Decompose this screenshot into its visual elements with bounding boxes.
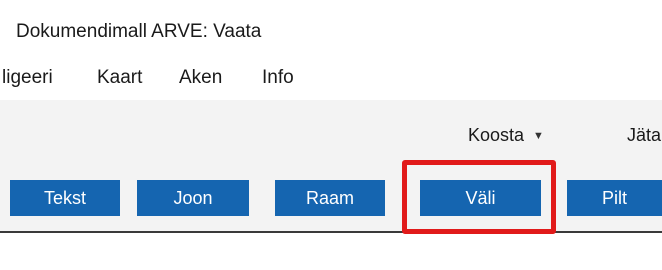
toolbar-divider <box>0 231 662 233</box>
tekst-button-label: Tekst <box>43 187 86 208</box>
pilt-button[interactable]: Pilt <box>567 180 662 216</box>
menu-item-navigeeri[interactable]: ligeeri <box>2 67 53 89</box>
title-bar: Dokumendimall ARVE: Vaata <box>0 11 662 51</box>
menu-item-kaart[interactable]: Kaart <box>97 67 142 89</box>
pilt-button-label: Pilt <box>601 187 627 208</box>
raam-button-label: Raam <box>305 187 354 208</box>
joon-button-label: Joon <box>173 187 213 208</box>
jata-button[interactable]: Jäta <box>627 125 661 146</box>
raam-button[interactable]: Raam <box>275 180 385 216</box>
highlight-box <box>402 160 556 234</box>
tekst-button[interactable]: Tekst <box>10 180 120 216</box>
menu-item-aken[interactable]: Aken <box>179 67 222 89</box>
joon-button[interactable]: Joon <box>137 180 249 216</box>
chevron-down-icon: ▼ <box>533 130 544 142</box>
menu-bar: ligeeri Kaart Aken Info <box>0 58 662 98</box>
koosta-label: Koosta <box>468 125 525 145</box>
window-title: Dokumendimall ARVE: Vaata <box>16 21 262 42</box>
toolbar: Koosta ▼ Jäta Tekst Joon Raam Väli Pilt <box>0 100 662 232</box>
app-window: Dokumendimall ARVE: Vaata ligeeri Kaart … <box>0 0 662 270</box>
menu-item-info[interactable]: Info <box>262 67 294 89</box>
koosta-dropdown[interactable]: Koosta ▼ <box>468 125 544 146</box>
